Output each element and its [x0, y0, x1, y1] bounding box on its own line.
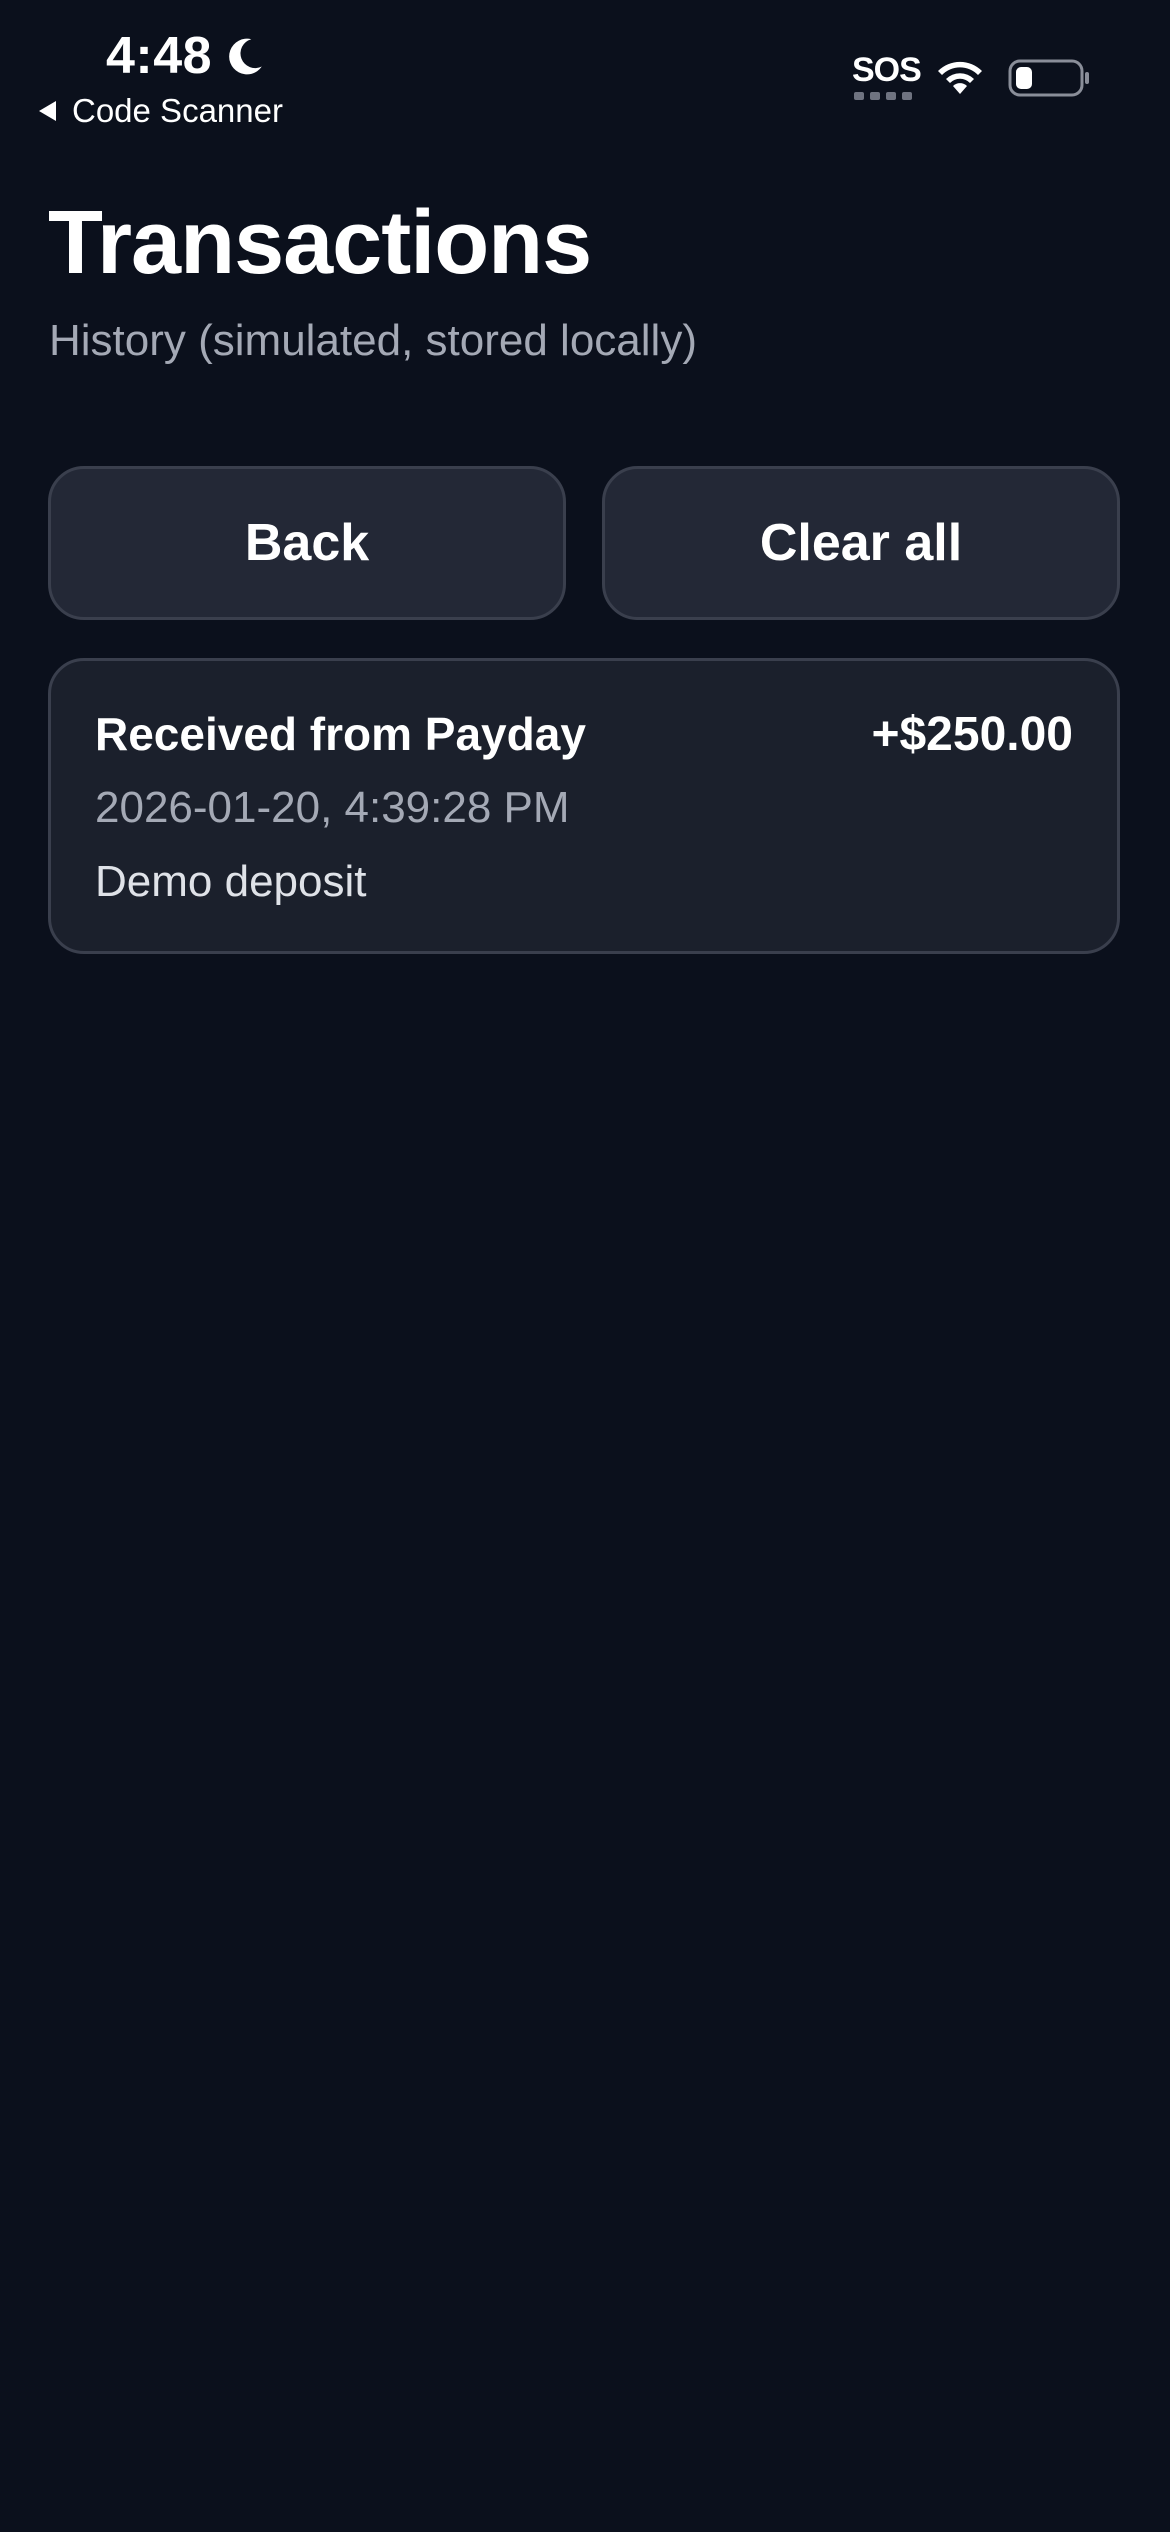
status-bar: 4:48 Code Scanner SOS	[0, 0, 1170, 140]
page-title: Transactions	[48, 193, 592, 293]
page-subtitle: History (simulated, stored locally)	[49, 316, 697, 365]
transaction-datetime: 2026-01-20, 4:39:28 PM	[95, 783, 570, 832]
transaction-title: Received from Payday	[95, 708, 586, 760]
signal-dots	[854, 92, 916, 100]
status-time: 4:48	[106, 27, 213, 85]
sos-indicator: SOS	[852, 51, 922, 104]
back-button[interactable]: Back	[48, 466, 566, 620]
transactions-screen: 4:48 Code Scanner SOS Transactions Histo…	[0, 0, 1170, 2532]
transaction-card: Received from Payday +$250.00 2026-01-20…	[48, 658, 1120, 954]
sos-label: SOS	[852, 51, 922, 89]
clear-all-button[interactable]: Clear all	[602, 466, 1120, 620]
time-group: 4:48	[106, 26, 266, 86]
back-triangle-icon	[39, 101, 56, 121]
wifi-icon	[938, 61, 982, 94]
battery-icon	[1008, 59, 1089, 97]
back-app-label: Code Scanner	[72, 92, 283, 129]
moon-icon	[229, 38, 262, 75]
transaction-amount: +$250.00	[871, 708, 1073, 761]
transaction-note: Demo deposit	[95, 857, 367, 906]
back-to-app-link[interactable]: Code Scanner	[38, 92, 283, 130]
